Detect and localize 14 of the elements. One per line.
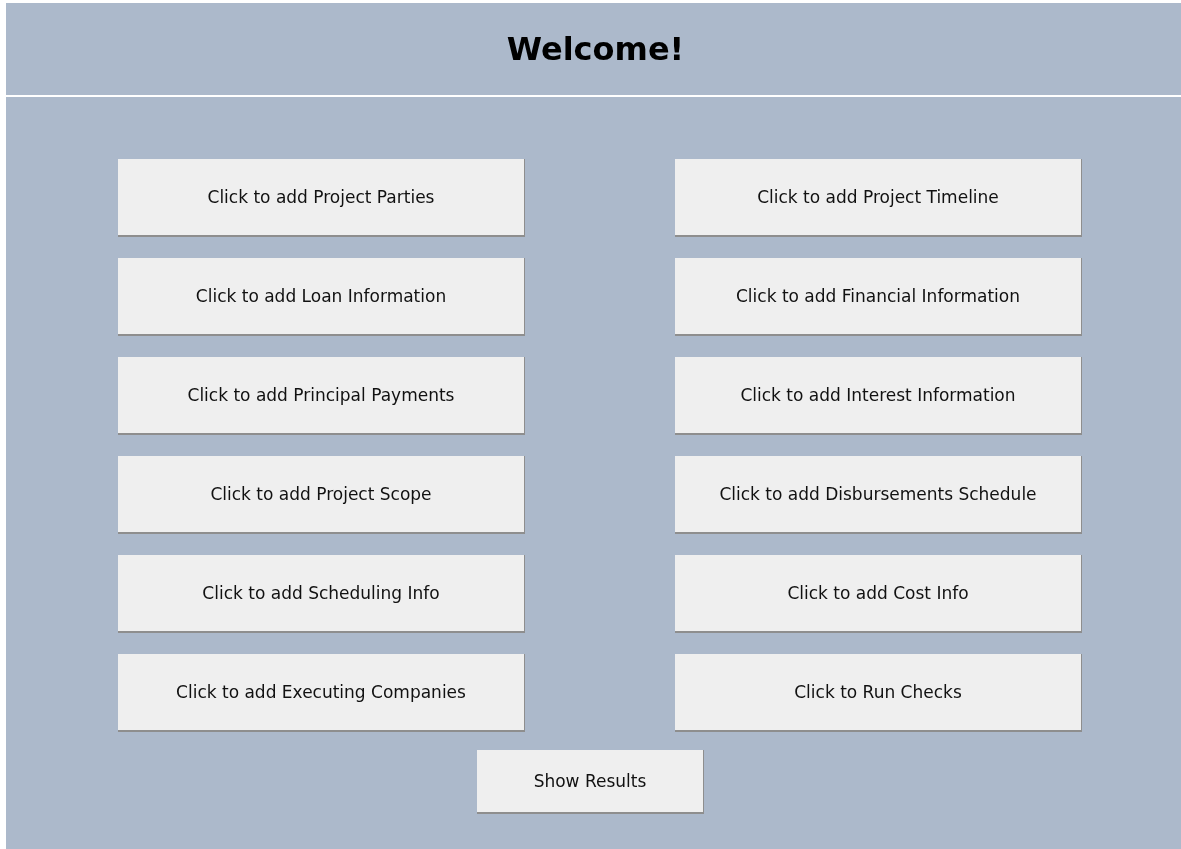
- add-section-button[interactable]: Click to add Project Timeline: [675, 159, 1082, 237]
- show-results-button[interactable]: Show Results: [477, 750, 704, 814]
- add-section-button[interactable]: Click to add Disbursements Schedule: [675, 456, 1082, 534]
- add-section-button[interactable]: Click to Run Checks: [675, 654, 1082, 732]
- add-section-button[interactable]: Click to add Loan Information: [118, 258, 525, 336]
- add-section-button[interactable]: Click to add Project Parties: [118, 159, 525, 237]
- welcome-title: Welcome!: [505, 30, 685, 68]
- add-section-button[interactable]: Click to add Principal Payments: [118, 357, 525, 435]
- add-section-button[interactable]: Click to add Financial Information: [675, 258, 1082, 336]
- add-section-button[interactable]: Click to add Interest Information: [675, 357, 1082, 435]
- add-section-button[interactable]: Click to add Executing Companies: [118, 654, 525, 732]
- add-section-button[interactable]: Click to add Scheduling Info: [118, 555, 525, 633]
- add-section-button[interactable]: Click to add Cost Info: [675, 555, 1082, 633]
- add-section-button[interactable]: Click to add Project Scope: [118, 456, 525, 534]
